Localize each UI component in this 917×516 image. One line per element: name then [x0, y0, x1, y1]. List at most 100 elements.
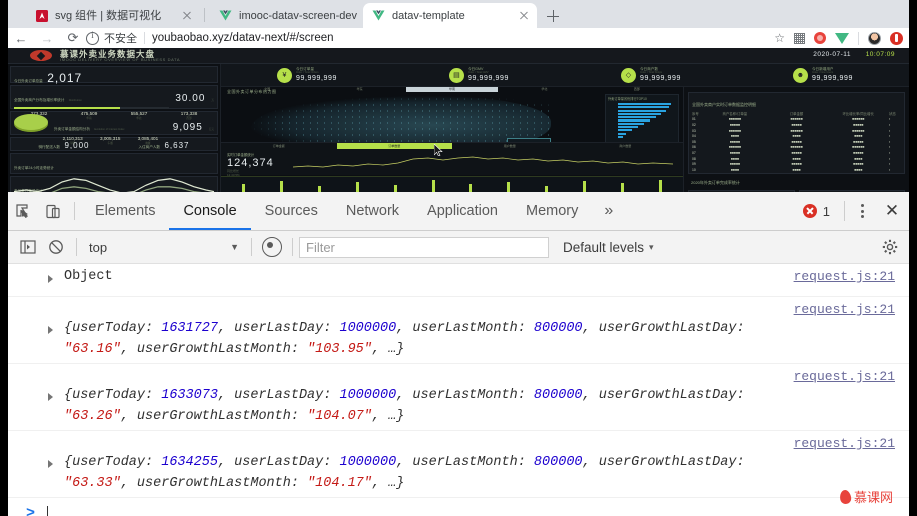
console-message-0-text: Object: [64, 269, 779, 285]
new-tab-button[interactable]: [542, 5, 564, 27]
browser-tab-2[interactable]: imooc-datav-screen-dev: [210, 3, 384, 28]
console-message-3[interactable]: request.js:21 {userToday: 1634255, userL…: [8, 431, 909, 498]
dashboard-time: 10:07:09: [866, 51, 895, 58]
devtools-right-divider: [844, 201, 845, 221]
reload-button[interactable]: ⟳: [60, 28, 86, 48]
bookmark-star-icon[interactable]: ☆: [774, 31, 785, 45]
tab-sources[interactable]: Sources: [251, 192, 332, 230]
tab-close-icon-1[interactable]: [179, 8, 195, 24]
shop-icon: ◇: [621, 68, 636, 83]
rank-bar-9: [618, 133, 626, 135]
tick-4: [394, 185, 397, 192]
vue-devtools-icon[interactable]: [835, 33, 849, 44]
left-card-distribution: 全国外卖商户分布及增长率统计 Distribution 30.00 万 273,…: [10, 85, 218, 109]
screenshot-root: svg 组件 | 数据可视化 imooc-datav-screen-dev da…: [0, 0, 917, 515]
error-badge[interactable]: 1: [803, 204, 840, 219]
console-prompt[interactable]: >: [8, 498, 909, 516]
table-row[interactable]: 01■■■■■■■■■■■■■■■■■■▪: [689, 117, 904, 123]
table-row[interactable]: 06■■■■■■■■■■■■■■■■■■▪: [689, 145, 904, 151]
table-row[interactable]: 08■■■■■■■■■■■■▪: [689, 156, 904, 162]
trend-line-chart: [293, 151, 673, 173]
extension-red-icon[interactable]: [814, 32, 826, 44]
console-source-link-2[interactable]: request.js:21: [794, 369, 895, 384]
address-bar[interactable]: 不安全 youbaobao.xyz/datav-next/#/screen: [86, 28, 765, 48]
console-sidebar-toggle-icon[interactable]: [14, 231, 42, 264]
table-row[interactable]: 04■■■■■■■■■■■■▪: [689, 133, 904, 139]
card4-left-value: 9,000: [64, 141, 89, 150]
tab-console[interactable]: Console: [169, 192, 250, 230]
expand-arrow-icon-0[interactable]: [48, 275, 53, 283]
imooc-logo-icon: [30, 50, 52, 61]
tab-memory[interactable]: Memory: [512, 192, 592, 230]
expand-arrow-icon-2[interactable]: [48, 393, 53, 401]
table-row[interactable]: 07■■■■■■■■■■■■■■■▪: [689, 150, 904, 156]
rank-bar-6: [618, 123, 644, 125]
tab-network[interactable]: Network: [332, 192, 413, 230]
table-title: 全国外卖商户实时订单数据监控明细: [689, 100, 759, 109]
dashboard-body: 今日外卖订单总量 2,017 全国外卖商户分布及增长率统计 Distributi…: [8, 64, 909, 192]
live-expression-eye-icon[interactable]: [258, 231, 286, 264]
trend-tab-0[interactable]: 订单金额: [221, 143, 337, 149]
tab-elements[interactable]: Elements: [81, 192, 169, 230]
filter-placeholder: Filter: [306, 240, 335, 255]
site-info-icon[interactable]: [86, 32, 99, 45]
trend-tab-3[interactable]: 商户数量: [568, 143, 684, 149]
vue-favicon-icon-3: [372, 9, 385, 22]
console-message-2-text: {userToday: 1633073, userLastDay: 100000…: [64, 385, 779, 427]
chrome-menu-icon[interactable]: [890, 32, 903, 45]
console-source-link-3[interactable]: request.js:21: [794, 436, 895, 451]
table-row[interactable]: 05■■■■■■■■■■■■■■■▪: [689, 139, 904, 145]
forward-button[interactable]: →: [34, 28, 60, 48]
console-output[interactable]: Object request.js:21 request.js:21 {user…: [8, 264, 909, 516]
left-card-24h-trend: 外卖订单24小时走势统计: [10, 153, 218, 174]
back-button[interactable]: ←: [8, 28, 34, 48]
browser-tab-1[interactable]: svg 组件 | 数据可视化: [26, 3, 200, 28]
console-source-link-0[interactable]: request.js:21: [794, 269, 895, 284]
table-row[interactable]: 09■■■■■■■■■■■■■■■▪: [689, 161, 904, 167]
console-message-2[interactable]: request.js:21 {userToday: 1633073, userL…: [8, 364, 909, 431]
log-levels-select[interactable]: Default levels ▾: [563, 240, 654, 255]
browser-tab-3-active[interactable]: datav-template: [363, 3, 537, 28]
rank-bar-2: [618, 110, 666, 112]
dashboard-date: 2020-07-11: [813, 51, 851, 58]
console-message-1[interactable]: request.js:21 {userToday: 1631727, userL…: [8, 297, 909, 364]
table-row[interactable]: 02■■■■■■■■■■■■■■■▪: [689, 122, 904, 128]
rank-bar-4: [618, 116, 656, 118]
error-icon: [803, 204, 817, 218]
toolbar-divider: [858, 32, 859, 45]
24h-trend-sparkline: [14, 174, 214, 192]
extension-grid-icon[interactable]: [794, 33, 805, 44]
javascript-context-select[interactable]: top ▼: [83, 236, 245, 258]
table-row[interactable]: 10■■■■■■■■■■■■▪: [689, 167, 904, 173]
rank-bars: [606, 102, 678, 138]
tab-strip: svg 组件 | 数据可视化 imooc-datav-screen-dev da…: [8, 0, 909, 28]
expand-arrow-icon-1[interactable]: [48, 326, 53, 334]
clear-console-icon[interactable]: [42, 231, 70, 264]
tick-11: [659, 180, 662, 192]
gear-icon[interactable]: [877, 231, 903, 264]
tick-10: [621, 183, 624, 192]
profile-avatar[interactable]: [868, 32, 881, 45]
close-devtools-icon[interactable]: ✕: [875, 192, 909, 230]
realtime-trend-panel: 订单金额 订单数量 用户数量 商户数量 实时订单金额统计 124,374 同比增…: [221, 142, 683, 175]
trend-tab-2[interactable]: 用户数量: [452, 143, 568, 149]
console-message-0[interactable]: Object request.js:21: [8, 264, 909, 297]
expand-arrow-icon-3[interactable]: [48, 460, 53, 468]
omnibox-toolbar: ← → ⟳ 不安全 youbaobao.xyz/datav-next/#/scr…: [8, 28, 909, 48]
more-tabs-icon[interactable]: »: [592, 202, 625, 220]
tab-title-1: svg 组件 | 数据可视化: [55, 9, 179, 23]
kpi-0-label-en: Index / Total Orders: [296, 72, 337, 75]
kpi-2: ◇ 今日商户数 Index / Total Shops 99,999,999: [565, 68, 737, 83]
devtools-menu-icon[interactable]: [849, 192, 875, 230]
device-toolbar-icon[interactable]: [38, 192, 68, 230]
console-filter-input[interactable]: Filter: [299, 237, 549, 258]
tab-application[interactable]: Application: [413, 192, 512, 230]
card4-left: 骑行配送人数 9,000: [14, 135, 114, 153]
console-message-1-text: {userToday: 1631727, userLastDay: 100000…: [64, 318, 779, 360]
card4-right: 入住商户人数 6,637: [114, 135, 214, 153]
console-source-link-1[interactable]: request.js:21: [794, 302, 895, 317]
inspect-element-icon[interactable]: [8, 192, 38, 230]
tick-9: [583, 181, 586, 192]
table-row[interactable]: 03■■■■■■■■■■■■■■■■■■▪: [689, 128, 904, 134]
tab-close-icon-3[interactable]: [516, 8, 532, 24]
